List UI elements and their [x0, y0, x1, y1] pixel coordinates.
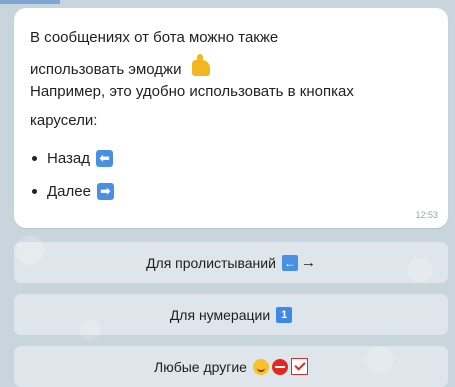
right-arrow-emoji-icon: ➡ [96, 183, 114, 200]
left-arrow-emoji-icon: ⬅ [95, 150, 113, 167]
no-entry-emoji-icon [271, 358, 288, 375]
message-time: 12:53 [415, 210, 438, 220]
bullet-next-label: Далее [47, 183, 91, 200]
keyboard-button-numbering-label: Для нумерации [169, 306, 271, 323]
keyboard-button-numbering[interactable]: Для нумерации 1 [14, 294, 448, 335]
message-line-1: В сообщениях от бота можно также [30, 29, 279, 46]
keyboard-button-scroll[interactable]: Для пролистываний ← → [14, 242, 448, 283]
keyboard-button-scroll-label: Для пролистываний [146, 254, 276, 271]
keyboard-button-other-label: Любые другие [154, 358, 247, 375]
bot-message-bubble: В сообщениях от бота можно также использ… [14, 8, 448, 228]
bullet-next: Далее ➡ [32, 183, 114, 200]
message-line-3: Например, это удобно использовать в кноп… [30, 83, 354, 100]
keyboard-button-other[interactable]: Любые другие [14, 346, 448, 387]
message-line-2: использовать эмоджи [30, 54, 210, 78]
bullet-back: Назад ⬅ [32, 150, 113, 167]
thumbs-up-emoji-icon [191, 54, 210, 76]
bullet-dot-icon [32, 156, 37, 161]
bullet-back-label: Назад [47, 150, 90, 167]
bullet-dot-icon [32, 189, 37, 194]
smile-emoji-icon [252, 358, 269, 375]
check-emoji-icon [290, 358, 308, 375]
number-one-emoji-icon: 1 [276, 306, 293, 323]
right-arrow-emoji-icon: → [300, 254, 316, 271]
message-line-2-text: использовать эмоджи [30, 61, 182, 78]
left-arrow-emoji-icon: ← [281, 254, 298, 271]
message-line-4: карусели: [30, 112, 98, 129]
top-link-fragment [0, 0, 60, 4]
